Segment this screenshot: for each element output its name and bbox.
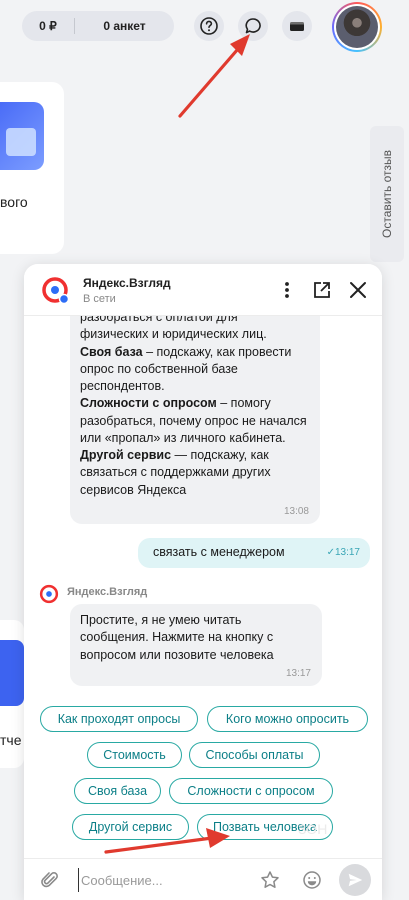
help-button[interactable]	[194, 11, 224, 41]
message-list[interactable]: разобраться с оплатой для физических и ю…	[24, 264, 382, 854]
yandex-vzglyad-logo-icon	[42, 277, 69, 304]
open-external-button[interactable]	[310, 278, 334, 302]
avatar-photo	[336, 6, 378, 48]
balance-forms: 0 анкет	[103, 19, 146, 33]
chat-button[interactable]	[238, 11, 268, 41]
quick-reply-button[interactable]: Стоимость	[87, 742, 182, 768]
message-input[interactable]	[78, 868, 248, 892]
bot-message: Простите, я не умею читать сообщения. На…	[70, 604, 322, 686]
promo-image	[0, 102, 44, 170]
option-description: Своя база – подскажу, как провести опрос…	[80, 344, 308, 396]
chat-title: Яндекс.Взгляд	[83, 276, 171, 290]
message-time: 13:08	[283, 506, 309, 518]
more-options-button[interactable]	[275, 278, 299, 302]
option-term: Сложности с опросом	[80, 396, 217, 411]
favorite-button[interactable]	[258, 868, 282, 892]
close-icon	[350, 282, 366, 298]
bot-message-content: разобраться с оплатой для физических и ю…	[80, 309, 308, 499]
option-term: Другой сервис	[80, 448, 172, 462]
feedback-tab-label: Оставить отзыв	[380, 150, 394, 238]
survey-card[interactable]: тче	[0, 620, 24, 768]
external-link-icon	[314, 282, 330, 298]
bot-message-text: Простите, я не умею читать сообщения. На…	[80, 613, 274, 662]
quick-reply-button[interactable]: Кого можно опросить	[207, 706, 368, 732]
chat-icon	[245, 18, 261, 34]
quick-reply-button[interactable]: Другой сервис	[72, 814, 189, 840]
star-icon	[261, 871, 279, 888]
sender-logo-icon	[39, 584, 59, 604]
help-icon	[200, 17, 218, 35]
quick-reply-button[interactable]: Способы оплаты	[189, 742, 320, 768]
option-description: Другой сервис — подскажу, как связаться …	[80, 447, 308, 499]
quick-reply-button[interactable]: Своя база	[74, 778, 161, 804]
promo-image-shape	[6, 128, 36, 156]
promo-card-text: вого	[0, 194, 28, 210]
chat-header: Яндекс.Взгляд В сети	[24, 264, 382, 316]
send-icon	[348, 873, 363, 887]
option-term: Своя база	[80, 344, 143, 359]
quick-reply-button[interactable]: Сложности с опросом	[169, 778, 333, 804]
emoji-icon	[303, 871, 321, 889]
quick-reply-button[interactable]: Как проходят опросы	[40, 706, 198, 732]
user-message-text: связать с менеджером	[153, 545, 285, 559]
message-time: 13:17	[285, 668, 311, 680]
option-description: Сложности с опросом – помогу разобраться…	[80, 395, 308, 447]
chat-input-bar	[24, 858, 382, 900]
chat-widget: разобраться с оплатой для физических и ю…	[24, 264, 382, 900]
feedback-tab[interactable]: Оставить отзыв	[370, 126, 404, 262]
bot-message-line: физических и юридических лиц.	[80, 327, 267, 342]
attach-button[interactable]	[38, 868, 62, 892]
emoji-button[interactable]	[300, 868, 324, 892]
more-vertical-icon	[285, 282, 289, 298]
message-time: ✓13:17	[326, 547, 360, 558]
survey-card-text: тче	[0, 732, 22, 748]
wallet-icon	[290, 22, 304, 31]
wallet-button[interactable]	[282, 11, 312, 41]
survey-card-image	[0, 640, 24, 706]
user-message: связать с менеджером ✓13:17	[138, 538, 370, 568]
watermark: ЗОН	[298, 821, 328, 837]
sender-name: Яндекс.Взгляд	[67, 586, 148, 598]
balance-rub: 0 ₽	[39, 19, 57, 33]
send-button[interactable]	[339, 864, 371, 896]
close-chat-button[interactable]	[346, 278, 370, 302]
avatar[interactable]	[332, 2, 382, 52]
top-header: 0 ₽ 0 анкет	[0, 0, 409, 54]
paperclip-icon	[41, 872, 58, 888]
chat-status: В сети	[83, 293, 116, 305]
balance-pill[interactable]: 0 ₽ 0 анкет	[22, 11, 174, 41]
avatar-frame	[334, 4, 380, 50]
bot-message: разобраться с оплатой для физических и ю…	[70, 302, 320, 524]
